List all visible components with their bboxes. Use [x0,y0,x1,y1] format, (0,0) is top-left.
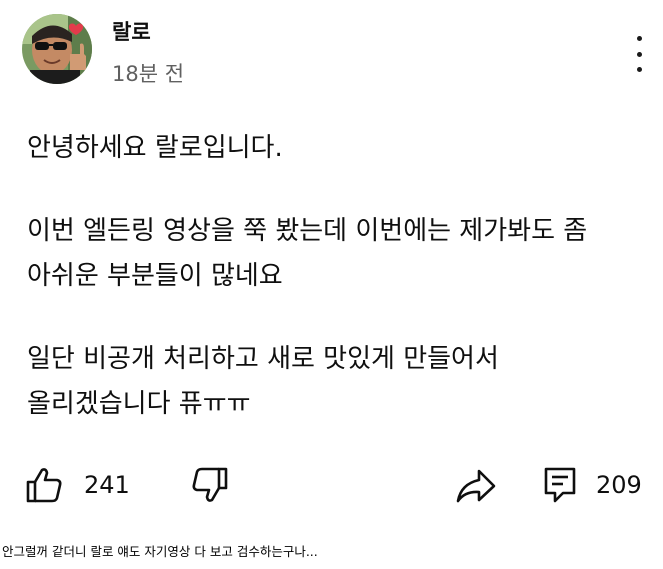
like-count: 241 [84,471,130,499]
more-options-icon[interactable] [624,36,654,72]
thumbs-up-icon [26,468,62,503]
post-text-line: 올리겠습니다 퓨ㅠㅠ [27,389,251,419]
post-text-line: 안녕하세요 랄로입니다. [27,133,283,163]
post-text-line: 이번 엘든링 영상을 쭉 봤는데 이번에는 제가봐도 좀 [27,216,588,246]
author-name[interactable]: 랄로 [112,16,151,46]
dislike-button[interactable] [190,460,230,510]
post-actions-bar: 241 209 [0,460,663,510]
like-button[interactable]: 241 [24,460,130,510]
comment-icon [544,467,576,503]
comment-button[interactable]: 209 [543,460,642,510]
share-icon [456,469,496,503]
profile-photo-icon [22,14,92,84]
avatar[interactable] [22,14,92,84]
post-text-line: 아쉬운 부분들이 많네요 [27,261,283,291]
share-button[interactable] [455,460,497,510]
community-post: 랄로 18분 전 안녕하세요 랄로입니다. 이번 엘든링 영상을 쭉 봤는데 이… [0,0,663,530]
thumbs-down-icon [192,467,228,502]
post-timestamp: 18분 전 [112,62,185,86]
caption-text: 안그럴꺼 같더니 랄로 얘도 자기영상 다 보고 검수하는구나... [0,530,663,569]
comment-count: 209 [596,471,642,499]
post-body: 안녕하세요 랄로입니다. 이번 엘든링 영상을 쭉 봤는데 이번에는 제가봐도 … [27,126,637,427]
post-text-line: 일단 비공개 처리하고 새로 맛있게 만들어서 [27,344,499,374]
